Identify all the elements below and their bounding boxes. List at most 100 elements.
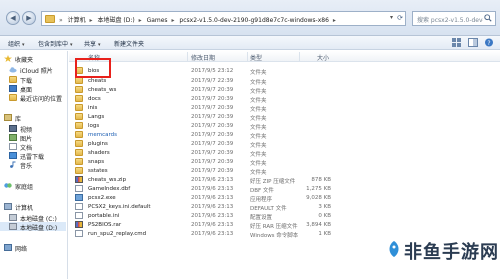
watermark: 非鱼手游网 — [386, 232, 499, 272]
file-size: 878 KB — [311, 177, 331, 183]
column-divider[interactable] — [299, 52, 300, 61]
nav-item-computer[interactable]: 计算机 — [0, 202, 66, 212]
nav-item-network[interactable]: 网络 — [0, 243, 66, 253]
file-size: 3,894 KB — [306, 222, 331, 228]
file-row-plugins[interactable]: plugins 2017/9/7 20:39 文件夹 — [69, 140, 329, 149]
folder-icon — [75, 95, 83, 102]
nav-item-desktop[interactable]: 桌面 — [0, 84, 66, 94]
file-row-shaders[interactable]: shaders 2017/9/7 20:39 文件夹 — [69, 149, 329, 158]
column-divider[interactable] — [187, 52, 188, 61]
file-row-cheats-ws-zip[interactable]: cheats_ws.zip 2017/9/6 23:13 好压 ZIP 压缩文件… — [69, 176, 331, 185]
nav-item-pictures[interactable]: 图片 — [0, 133, 66, 143]
forward-button[interactable]: ▶ — [22, 11, 36, 25]
search-box[interactable]: 搜索 pcsx2-v1.5.0-dev-2190-g91d8e7c7c-wind… — [412, 11, 496, 26]
chevron-down-icon: ▾ — [70, 42, 73, 48]
chevron-right-icon[interactable]: ▸ — [90, 17, 93, 24]
file-row-portable-ini[interactable]: portable.ini 2017/9/6 23:13 配置设置 0 KB — [69, 212, 331, 221]
share-button[interactable]: 共享 ▾ — [84, 39, 101, 48]
star-icon — [4, 55, 12, 62]
download-folder-icon — [9, 76, 17, 83]
cloud-icon — [9, 67, 17, 73]
nav-label: 家庭组 — [15, 184, 34, 191]
zip-archive-icon — [75, 176, 83, 183]
watermark-text: 非鱼手游网 — [404, 242, 499, 263]
file-row-logs[interactable]: logs 2017/9/7 20:39 文件夹 — [69, 122, 329, 131]
nav-item-icloud[interactable]: iCloud 照片 — [0, 65, 66, 75]
folder-icon — [75, 140, 83, 147]
chevron-down-icon[interactable]: ▾ — [390, 14, 393, 21]
file-type: 文件夹 — [250, 89, 267, 95]
view-options-icon[interactable] — [452, 38, 462, 47]
refresh-icon[interactable]: ⟳ — [397, 14, 403, 22]
file-row-gameindex[interactable]: GameIndex.dbf 2017/9/6 23:13 DBF 文件 1,27… — [69, 185, 331, 194]
file-row-cheats[interactable]: cheats 2017/9/7 22:39 文件夹 — [69, 77, 329, 86]
column-size[interactable]: 大小 — [317, 53, 329, 62]
preview-pane-icon[interactable] — [468, 38, 478, 47]
file-row-ps2bios-rar[interactable]: PS2BIOS.rar 2017/9/6 23:13 好压 RAR 压缩文件 3… — [69, 221, 331, 230]
command-bar: 组织 ▾ 包含到库中 ▾ 共享 ▾ 新建文件夹 ? — [0, 36, 500, 50]
file-date: 2017/9/7 20:39 — [191, 87, 234, 93]
nav-item-drive-c[interactable]: 本地磁盘 (C:) — [0, 213, 66, 223]
organize-label: 组织 — [8, 41, 21, 48]
picture-icon — [9, 134, 17, 141]
document-icon — [9, 143, 17, 150]
nav-item-thunder[interactable]: 迅雷下载 — [0, 151, 66, 161]
file-row-snaps[interactable]: snaps 2017/9/7 20:39 文件夹 — [69, 158, 329, 167]
file-type: 文件夹 — [250, 98, 267, 104]
file-date: 2017/9/6 23:13 — [191, 222, 234, 228]
rar-archive-icon — [75, 221, 83, 228]
file-row-langs[interactable]: Langs 2017/9/7 20:39 文件夹 — [69, 113, 329, 122]
address-bar-area: ◀ ▶ » 计算机 ▸ 本地磁盘 (D:) ▸ Games ▸ pcsx2-v1… — [0, 0, 500, 36]
file-name: shaders — [88, 150, 110, 156]
organize-button[interactable]: 组织 ▾ — [8, 39, 25, 48]
address-bar[interactable]: » 计算机 ▸ 本地磁盘 (D:) ▸ Games ▸ pcsx2-v1.5.0… — [41, 11, 406, 26]
nav-item-recent[interactable]: 最近访问的位置 — [0, 93, 66, 103]
file-row-memcards[interactable]: memcards 2017/9/7 20:39 文件夹 — [69, 131, 329, 140]
breadcrumb-item[interactable]: 本地磁盘 (D:) — [97, 17, 134, 24]
folder-icon — [75, 131, 83, 138]
breadcrumb-item[interactable]: pcsx2-v1.5.0-dev-2190-g91d8e7c7c-windows… — [179, 17, 328, 24]
file-size: 9,028 KB — [306, 195, 331, 201]
include-library-label: 包含到库中 — [38, 41, 69, 48]
search-icon[interactable] — [484, 14, 492, 22]
nav-item-homegroup[interactable]: 家庭组 — [0, 181, 66, 191]
file-row-inis[interactable]: inis 2017/9/7 20:39 文件夹 — [69, 104, 329, 113]
search-input[interactable]: 搜索 pcsx2-v1.5.0-dev-2190-g91d8e7c7c-wind… — [417, 15, 483, 24]
nav-item-music[interactable]: 音乐 — [0, 160, 66, 170]
nav-item-documents[interactable]: 文档 — [0, 142, 66, 152]
file-row-keys-default[interactable]: PCSX2_keys.ini.default 2017/9/6 23:13 DE… — [69, 203, 331, 212]
include-library-button[interactable]: 包含到库中 ▾ — [38, 39, 73, 48]
file-date: 2017/9/6 23:13 — [191, 231, 234, 237]
nav-item-videos[interactable]: 视频 — [0, 124, 66, 134]
nav-item-libraries[interactable]: 库 — [0, 113, 66, 123]
file-row-run-spu2-cmd[interactable]: run_spu2_replay.cmd 2017/9/6 23:13 Windo… — [69, 230, 331, 239]
folder-icon — [75, 158, 83, 165]
help-icon[interactable]: ? — [484, 38, 494, 47]
file-row-pcsx2-exe[interactable]: pcsx2.exe 2017/9/6 23:13 应用程序 9,028 KB — [69, 194, 331, 203]
column-divider[interactable] — [247, 52, 248, 61]
file-row-cheats-ws[interactable]: cheats_ws 2017/9/7 20:39 文件夹 — [69, 86, 329, 95]
breadcrumb-item[interactable]: 计算机 — [68, 17, 86, 24]
file-row-docs[interactable]: docs 2017/9/7 20:39 文件夹 — [69, 95, 329, 104]
file-row-sstates[interactable]: sstates 2017/9/7 20:39 文件夹 — [69, 167, 329, 176]
breadcrumb-item[interactable]: Games — [147, 17, 168, 24]
column-date[interactable]: 修改日期 — [191, 53, 215, 62]
nav-item-downloads[interactable]: 下载 — [0, 75, 66, 85]
file-name: inis — [88, 105, 98, 111]
back-button[interactable]: ◀ — [6, 11, 20, 25]
column-type[interactable]: 类型 — [250, 53, 262, 62]
nav-item-drive-d[interactable]: 本地磁盘 (D:) — [0, 222, 66, 232]
new-folder-button[interactable]: 新建文件夹 — [114, 39, 144, 48]
breadcrumb: » 计算机 ▸ 本地磁盘 (D:) ▸ Games ▸ pcsx2-v1.5.0… — [59, 15, 339, 24]
chevron-right-icon[interactable]: ▸ — [333, 17, 336, 24]
chevron-right-icon[interactable]: ▸ — [171, 17, 174, 24]
file-name: cheats — [88, 78, 107, 84]
chevron-down-icon: ▾ — [98, 42, 101, 48]
desktop-icon — [9, 85, 17, 92]
file-type: 文件夹 — [250, 70, 267, 76]
file-name: docs — [88, 96, 101, 102]
file-size: 3 KB — [318, 204, 331, 210]
nav-item-favorites[interactable]: 收藏夹 — [0, 54, 66, 64]
chevron-right-icon[interactable]: ▸ — [139, 17, 142, 24]
library-icon — [4, 114, 12, 121]
